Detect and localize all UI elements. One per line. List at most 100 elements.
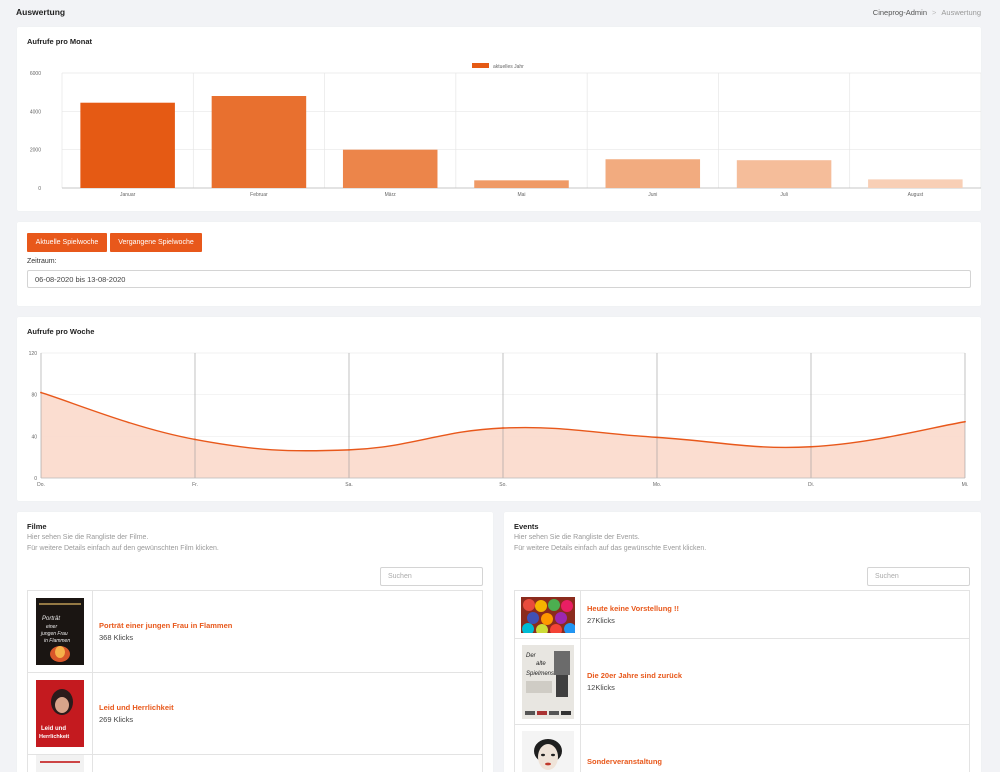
data-point [964, 420, 966, 423]
film-poster-image: Leid und Herrlichkeit [36, 680, 84, 747]
film-info: Porträt einer jungen Frau in Flammen 368… [93, 591, 232, 672]
event-poster-image [521, 731, 574, 772]
events-title: Events [514, 522, 539, 531]
film-clicks: 269 Klicks [99, 715, 134, 724]
y-tick-label: 120 [29, 351, 38, 357]
weekly-area-chart: 04080120Do. Fr. Sa. So. Mo. Di. Mi. [29, 351, 969, 488]
page-title: Auswertung [16, 7, 66, 17]
svg-text:Der: Der [526, 653, 537, 659]
monthly-chart-card: Aufrufe pro Monat aktuelles Jahr 0 2000 400… [17, 27, 981, 211]
event-clicks: 27Klicks [587, 616, 615, 625]
films-card: Filme Hier sehen Sie die Rangliste der F… [17, 512, 493, 772]
breadcrumb-current: Auswertung [941, 8, 981, 17]
breadcrumb: Cineprog-Admin > Auswertung [873, 8, 981, 17]
x-tick-label: Sa. [345, 482, 353, 488]
monthly-bar-chart: aktuelles Jahr 0 2000 4000 6000 Januar Februar… [30, 63, 981, 198]
list-item[interactable]: Heute keine Vorstellung !! 27Klicks [515, 591, 969, 639]
data-point [194, 438, 196, 441]
events-search-placeholder: Suchen [875, 573, 899, 580]
list-item[interactable]: Porträt einer jungen Frau in Flammen Por… [28, 591, 482, 673]
y-tick-label: 2000 [30, 148, 41, 154]
data-point [656, 436, 658, 439]
chart-legend: aktuelles Jahr [472, 63, 524, 70]
event-title[interactable]: Heute keine Vorstellung !! [587, 604, 679, 613]
film-info [93, 755, 99, 772]
list-item[interactable]: Der alte Spielmensch Die 20er Jahre sind… [515, 639, 969, 725]
bar [80, 102, 175, 188]
x-tick-label: Juni [648, 192, 657, 198]
data-point [348, 448, 350, 451]
films-title: Filme [27, 522, 47, 531]
past-week-button[interactable]: Vergangene Spielwoche [110, 233, 202, 252]
x-tick-label: August [908, 192, 924, 198]
list-item[interactable] [28, 754, 482, 772]
y-tick-label: 80 [31, 393, 37, 399]
bar [605, 159, 701, 188]
svg-text:alte: alte [536, 661, 546, 667]
svg-text:jungen Frau: jungen Frau [40, 631, 68, 637]
events-list: Heute keine Vorstellung !! 27Klicks Der … [514, 590, 970, 772]
list-item[interactable]: Sonderveranstaltung [515, 725, 969, 772]
svg-text:in Flammen: in Flammen [44, 638, 70, 644]
current-week-button[interactable]: Aktuelle Spielwoche [27, 233, 107, 252]
events-card: Events Hier sehen Sie die Rangliste der … [504, 512, 981, 772]
film-poster-image [36, 754, 84, 772]
breadcrumb-root[interactable]: Cineprog-Admin [873, 8, 927, 17]
x-tick-label: Januar [120, 192, 136, 198]
x-tick-label: Di. [808, 482, 814, 488]
list-item[interactable]: Leid und Herrlichkeit Leid und Herrlichk… [28, 673, 482, 755]
event-clicks: 12Klicks [587, 683, 615, 692]
y-tick-label: 6000 [30, 71, 41, 77]
bar [342, 149, 438, 188]
films-desc-line1: Hier sehen Sie die Rangliste der Filme. [27, 534, 149, 541]
events-search-input[interactable]: Suchen [867, 567, 970, 586]
x-tick-label: Do. [37, 482, 45, 488]
film-title[interactable]: Porträt einer jungen Frau in Flammen [99, 621, 232, 630]
y-tick-label: 0 [38, 186, 41, 192]
event-thumbnail-cell: Der alte Spielmensch [515, 639, 581, 724]
date-range-value: 06-08-2020 bis 13-08-2020 [35, 274, 126, 284]
x-tick-label: Mai [517, 192, 525, 198]
data-point [810, 445, 812, 448]
y-tick-label: 4000 [30, 109, 41, 115]
events-desc-line2: Für weitere Details einfach auf das gewü… [514, 545, 707, 552]
film-clicks: 368 Klicks [99, 633, 134, 642]
x-tick-label: Mi. [962, 482, 969, 488]
x-tick-label: Februar [250, 192, 268, 198]
svg-text:einer: einer [46, 624, 57, 630]
bar [736, 160, 832, 188]
event-title[interactable]: Sonderveranstaltung [587, 757, 662, 766]
x-tick-label: Juli [780, 192, 788, 198]
film-thumbnail-cell [28, 754, 93, 772]
x-tick-label: März [385, 192, 397, 198]
films-description: Hier sehen Sie die Rangliste der Filme. … [27, 532, 219, 554]
bar [474, 180, 569, 188]
film-thumbnail-cell: Leid und Herrlichkeit [28, 673, 93, 754]
data-point [40, 391, 42, 394]
data-point [502, 427, 504, 429]
top-bar: Auswertung Cineprog-Admin > Auswertung [0, 0, 1000, 24]
x-tick-label: So. [499, 482, 507, 488]
range-label: Zeitraum: [27, 258, 57, 265]
date-range-input[interactable]: 06-08-2020 bis 13-08-2020 [27, 270, 971, 288]
breadcrumb-separator: > [932, 8, 937, 17]
event-thumbnail-cell [515, 725, 581, 772]
films-list: Porträt einer jungen Frau in Flammen Por… [27, 590, 483, 772]
y-tick-label: 40 [31, 434, 37, 440]
event-poster-image: Der alte Spielmensch [521, 644, 574, 719]
bar [211, 96, 307, 188]
event-info: Sonderveranstaltung [581, 725, 662, 772]
films-search-placeholder: Suchen [388, 573, 412, 580]
film-thumbnail-cell: Porträt einer jungen Frau in Flammen [28, 591, 93, 672]
event-title[interactable]: Die 20er Jahre sind zurück [587, 671, 682, 680]
films-search-input[interactable]: Suchen [380, 567, 483, 586]
film-title[interactable]: Leid und Herrlichkeit [99, 703, 174, 712]
event-info: Heute keine Vorstellung !! 27Klicks [581, 591, 679, 638]
events-desc-line1: Hier sehen Sie die Rangliste der Events. [514, 534, 640, 541]
x-tick-label: Fr. [192, 482, 198, 488]
legend-label: aktuelles Jahr [493, 64, 524, 70]
legend-swatch [472, 63, 489, 68]
films-desc-line2: Für weitere Details einfach auf den gewü… [27, 545, 219, 552]
film-poster-image: Porträt einer jungen Frau in Flammen [36, 598, 84, 665]
svg-text:Herrlichkeit: Herrlichkeit [39, 734, 69, 740]
